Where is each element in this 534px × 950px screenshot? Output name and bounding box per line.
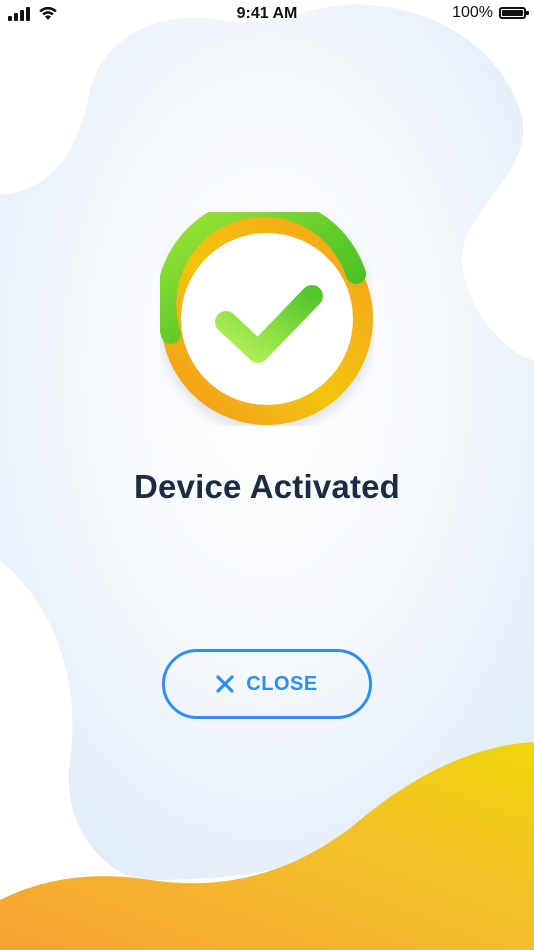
close-button[interactable]: CLOSE	[162, 649, 372, 719]
battery-icon	[499, 7, 529, 19]
close-icon	[216, 675, 234, 693]
status-right: 100%	[452, 4, 529, 22]
check-circle-icon	[160, 212, 373, 425]
close-button-label: CLOSE	[246, 672, 318, 695]
page-title: Device Activated	[133, 468, 401, 505]
activation-screen: 9:41 AM 100% Device Activated CLOSE	[0, 0, 534, 950]
status-bar: 9:41 AM 100%	[0, 0, 534, 30]
battery-percentage: 100%	[452, 4, 493, 21]
